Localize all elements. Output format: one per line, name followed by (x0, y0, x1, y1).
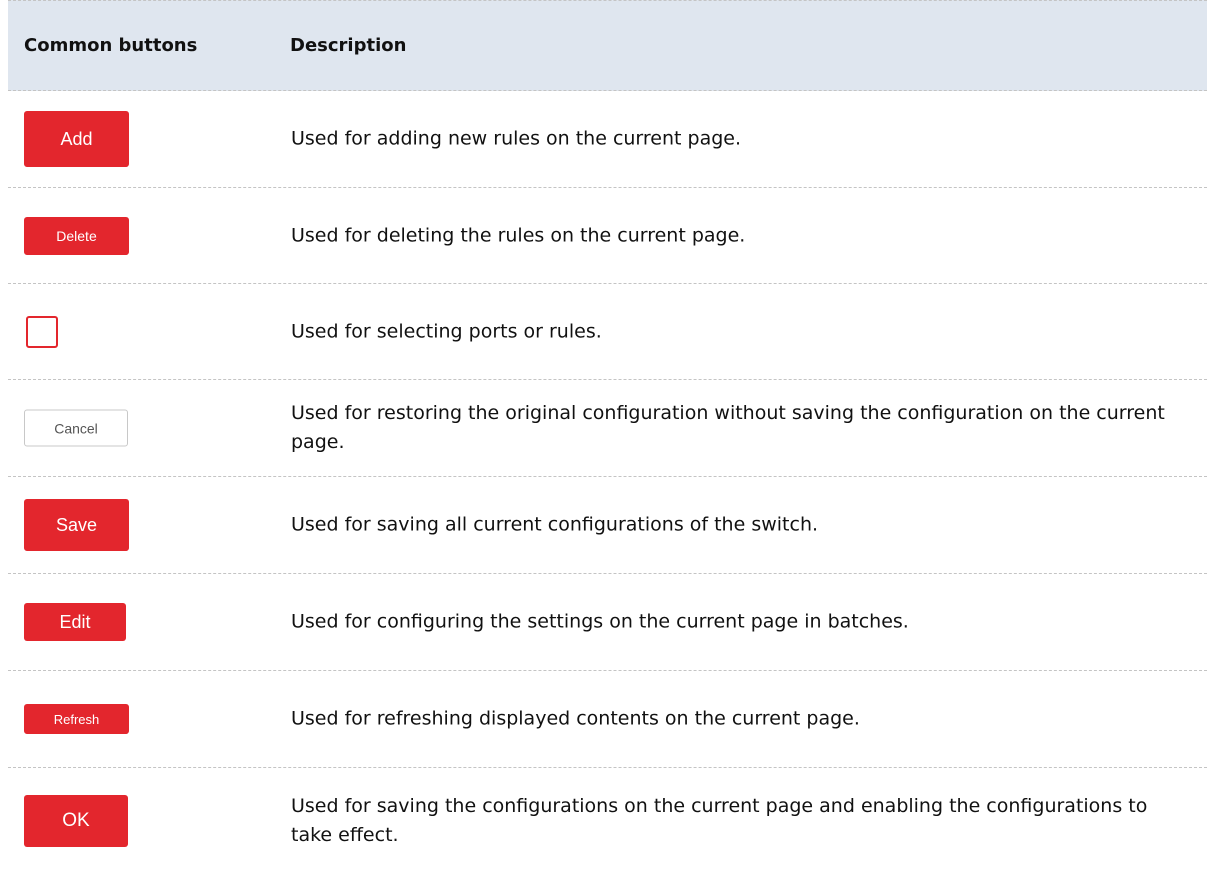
table-row: Refresh Used for refreshing displayed co… (8, 671, 1207, 768)
table-header: Common buttons Description (8, 0, 1207, 91)
save-button[interactable]: Save (24, 499, 129, 551)
table-row: Save Used for saving all current configu… (8, 477, 1207, 574)
row-description: Used for saving all current configuratio… (291, 513, 819, 536)
buttons-table: Common buttons Description Add Used for … (8, 0, 1207, 873)
header-common-buttons: Common buttons (24, 35, 198, 56)
delete-button[interactable]: Delete (24, 216, 129, 255)
select-checkbox[interactable] (26, 315, 58, 348)
row-description: Used for saving the configurations on th… (291, 794, 1148, 846)
cancel-button[interactable]: Cancel (24, 409, 128, 447)
row-description: Used for configuring the settings on the… (291, 610, 909, 633)
row-description: Used for deleting the rules on the curre… (291, 224, 746, 246)
table-row: Add Used for adding new rules on the cur… (8, 91, 1207, 188)
refresh-button[interactable]: Refresh (24, 704, 129, 734)
table-row: Used for selecting ports or rules. (8, 284, 1207, 380)
row-description: Used for restoring the original configur… (291, 402, 1165, 453)
header-description: Description (290, 35, 407, 56)
row-description: Used for refreshing displayed contents o… (291, 707, 860, 730)
edit-button[interactable]: Edit (24, 603, 126, 641)
table-row: Delete Used for deleting the rules on th… (8, 188, 1207, 284)
ok-button[interactable]: OK (24, 794, 128, 847)
row-description: Used for selecting ports or rules. (291, 320, 602, 342)
table-row: OK Used for saving the configurations on… (8, 768, 1207, 873)
row-description: Used for adding new rules on the current… (291, 127, 742, 150)
add-button[interactable]: Add (24, 111, 129, 167)
table-row: Edit Used for configuring the settings o… (8, 574, 1207, 671)
table-row: Cancel Used for restoring the original c… (8, 380, 1207, 477)
